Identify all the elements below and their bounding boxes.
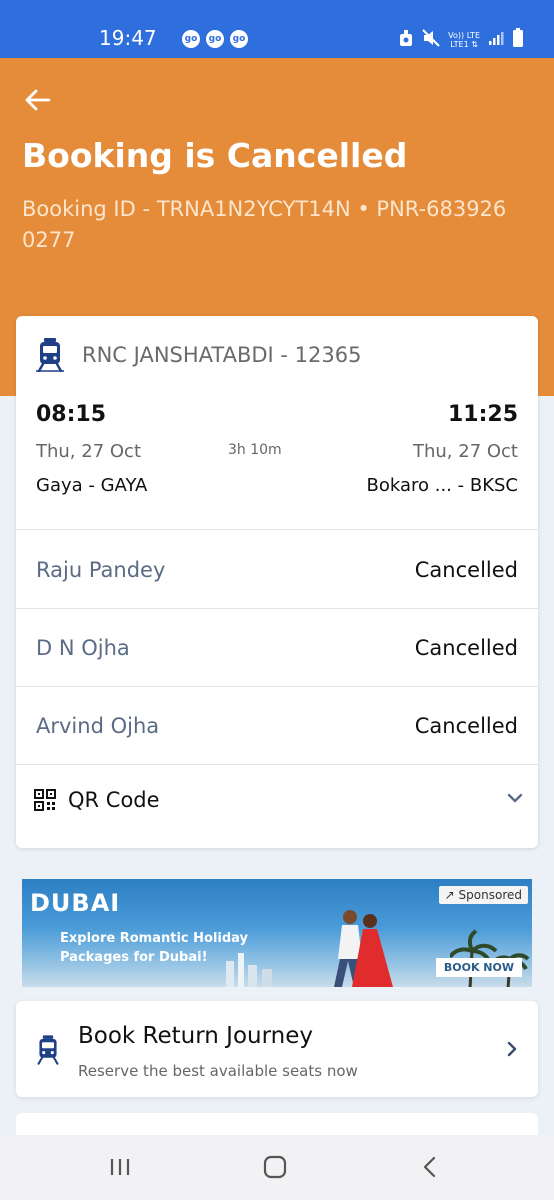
recents-icon[interactable] (108, 1155, 132, 1179)
ad-banner[interactable]: DUBAI Explore Romantic Holiday Packages … (22, 879, 532, 987)
train-info: RNC JANSHATABDI - 12365 (36, 338, 361, 372)
passenger-status: Cancelled (414, 714, 518, 738)
passenger-status: Cancelled (414, 558, 518, 582)
passenger-name: Raju Pandey (36, 558, 166, 582)
status-time: 19:47 (99, 26, 157, 50)
system-nav-bar (0, 1135, 554, 1200)
arrival-station: Bokaro ... - BKSC (366, 475, 519, 496)
sponsored-badge: ↗ Sponsored (438, 886, 528, 904)
external-link-icon: ↗ (444, 888, 455, 902)
departure-date: Thu, 27 Oct (36, 441, 142, 462)
qr-code-label: QR Code (68, 788, 160, 812)
divider (16, 686, 538, 687)
chevron-right-icon (507, 1041, 517, 1057)
train-icon (37, 1035, 59, 1065)
departure-station: Gaya - GAYA (36, 475, 148, 496)
back-nav-icon[interactable] (420, 1155, 440, 1179)
chevron-down-icon (507, 793, 523, 803)
book-return-journey-card[interactable]: Book Return Journey Reserve the best ava… (16, 1001, 538, 1097)
qr-code-icon (34, 789, 56, 811)
go-badge: go (182, 30, 200, 48)
go-badge: go (206, 30, 224, 48)
journey-duration: 3h 10m (228, 442, 282, 458)
passenger-name: D N Ojha (36, 636, 130, 660)
network-top-label: Vo)) LTE (448, 31, 480, 40)
train-name: RNC JANSHATABDI - 12365 (82, 343, 362, 367)
network-bottom-label: LTE1 ⇅ (450, 40, 478, 49)
train-icon (36, 338, 64, 372)
divider (16, 764, 538, 765)
passenger-status: Cancelled (414, 636, 518, 660)
notification-dot-icon (235, 30, 241, 36)
status-icons: Vo)) LTE LTE1 ⇅ (398, 28, 524, 52)
mute-icon (422, 29, 440, 51)
booking-card: RNC JANSHATABDI - 12365 08:15 11:25 Thu,… (16, 316, 538, 848)
divider (16, 529, 538, 530)
sponsored-label: Sponsored (458, 888, 522, 902)
ad-book-now-button[interactable]: BOOK NOW (435, 958, 522, 977)
departure-time: 08:15 (36, 402, 107, 427)
status-bar: 19:47 go go go Vo)) LTE LTE1 ⇅ (0, 0, 554, 58)
alarm-icon (398, 29, 414, 51)
home-icon[interactable] (263, 1155, 287, 1179)
couple-image (334, 910, 393, 987)
divider (16, 608, 538, 609)
booking-id-pnr: Booking ID - TRNA1N2YCYT14N • PNR-683926… (22, 197, 507, 252)
battery-icon (512, 28, 524, 52)
page-title: Booking is Cancelled (22, 136, 408, 175)
signal-icon (488, 30, 504, 50)
ad-headline: Explore Romantic Holiday Packages for Du… (60, 931, 249, 965)
network-indicator: Vo)) LTE LTE1 ⇅ (448, 31, 480, 49)
passenger-name: Arvind Ojha (36, 714, 160, 738)
arrival-date: Thu, 27 Oct (412, 441, 518, 462)
back-button[interactable] (22, 84, 54, 116)
arrival-time: 11:25 (447, 402, 518, 427)
qr-code-toggle[interactable]: QR Code (34, 784, 524, 816)
return-journey-title: Book Return Journey (78, 1023, 314, 1049)
ad-brand-logo: DUBAI (30, 889, 121, 917)
back-arrow-icon (25, 89, 51, 111)
return-journey-subtitle: Reserve the best available seats now (78, 1062, 358, 1080)
